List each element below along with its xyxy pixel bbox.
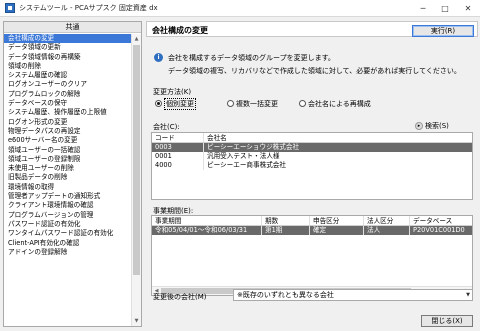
menu-item[interactable]: 領域ユーザーの登録制限 (4, 155, 132, 164)
cell-code: 4000 (152, 161, 204, 170)
menu-item[interactable]: 領域ユーザーの一括確認 (4, 146, 132, 155)
panel-header: 会社構成の変更 実行(R) (146, 21, 478, 37)
company-grid[interactable]: コード 会社名 0003 ピーシーエーショウジ株式会社 0001 汎用受入テスト… (151, 132, 473, 200)
menu-item[interactable]: データ領域の更新 (4, 43, 132, 52)
close-button[interactable]: 閉じる(X) (421, 315, 473, 327)
cell-filing: 確定 (310, 226, 364, 235)
table-row[interactable]: 4000 ピーシーエー商事株式会社 (152, 161, 472, 170)
menu-scrollbar[interactable]: ▲ ▼ (131, 34, 141, 326)
menu-item[interactable]: プログラムロックの解除 (4, 90, 132, 99)
cell-name: 汎用受入テスト・法人様 (207, 152, 280, 160)
cell-code: 0001 (152, 152, 204, 161)
company-label: 会社(C): (153, 123, 180, 131)
scroll-up-icon[interactable]: ▲ (132, 34, 141, 44)
search-label: 検索(S) (425, 122, 449, 130)
menu-item[interactable]: 管理者アップデートの通知形式 (4, 192, 132, 201)
menu-item[interactable]: Client-API有効化の確認 (4, 239, 132, 248)
scroll-thumb[interactable] (133, 45, 140, 275)
info-icon: i (154, 53, 163, 62)
close-window-button[interactable]: ✕ (456, 0, 480, 17)
menu-item[interactable]: 未使用ユーザーの削除 (4, 164, 132, 173)
info-text-secondary: データ領域の複写、リカバリなどで作成した領域に対して、必要があれば実行してくださ… (168, 67, 461, 75)
menu-item[interactable]: ログオンユーザーのクリア (4, 80, 132, 89)
menu-item[interactable]: ログオン形式の変更 (4, 118, 132, 127)
menu-item[interactable]: 領域の削除 (4, 62, 132, 71)
app-icon (5, 3, 15, 13)
menu-item[interactable]: ワンタイムパスワード認証の有効化 (4, 229, 132, 238)
cell-code: 0003 (152, 143, 204, 152)
radio-by-name[interactable]: 会社名による再構成 (299, 98, 371, 109)
change-method-label: 変更方法(K) (153, 88, 192, 96)
radio-unchecked-icon (227, 100, 234, 107)
column-header[interactable]: 会社名 (204, 133, 472, 142)
table-row[interactable]: 0001 汎用受入テスト・法人様 (152, 152, 472, 161)
page-title: 会社構成の変更 (152, 26, 208, 35)
minimize-button[interactable]: ─ (412, 0, 434, 17)
cell-database: P20V01C001D0 (413, 226, 465, 234)
menu-item[interactable]: システム履歴、操作履歴の上限値 (4, 108, 132, 117)
column-header[interactable]: コード (152, 133, 204, 142)
maximize-button[interactable]: □ (434, 0, 456, 17)
execute-button[interactable]: 実行(R) (412, 25, 474, 37)
menu-item[interactable]: クライアント環境情報の確認 (4, 201, 132, 210)
menu-item[interactable]: e600サーバー名の変更 (4, 136, 132, 145)
search-icon: ▸ (415, 122, 423, 130)
after-change-label: 変更後の会社(M) (153, 293, 207, 301)
cell-corp: 法人 (364, 226, 410, 235)
function-list-header: 共通 (4, 22, 141, 33)
column-header[interactable]: 申告区分 (310, 216, 364, 225)
menu-item[interactable]: システム履歴の確認 (4, 71, 132, 80)
menu-item[interactable]: プログラムバージョンの管理 (4, 211, 132, 220)
search-button[interactable]: ▸ 検索(S) (415, 121, 449, 131)
title-bar: システムツール - PCAサプスク 固定資産 dx ─ □ ✕ (0, 0, 480, 17)
radio-label: 複数一括変更 (236, 99, 278, 108)
radio-bulk[interactable]: 複数一括変更 (227, 98, 278, 109)
menu-item[interactable]: データ領域情報の再構築 (4, 53, 132, 62)
menu-item[interactable]: パスワード認証の有効化 (4, 220, 132, 229)
menu-item[interactable]: 環境情報の取得 (4, 183, 132, 192)
cell-term: 第1期 (262, 226, 310, 235)
cell-name: ピーシーエーショウジ株式会社 (207, 143, 300, 151)
menu-item[interactable]: 旧製品データの削除 (4, 173, 132, 182)
menu-item[interactable]: 会社構成の変更 (4, 34, 132, 44)
radio-individual[interactable]: 個別変更 (155, 97, 196, 110)
window-title: システムツール - PCAサプスク 固定資産 dx (19, 4, 158, 12)
column-header[interactable]: データベース (410, 216, 472, 225)
menu-item[interactable]: 物理データパスの再設定 (4, 127, 132, 136)
info-text-primary: 会社を構成するデータ領域のグループを変更します。 (168, 54, 335, 62)
menu-item[interactable]: アドインの登録解除 (4, 248, 132, 257)
main-panel: 会社構成の変更 実行(R) i 会社を構成するデータ領域のグループを変更します。… (146, 21, 478, 327)
period-grid[interactable]: 事業期間 期数 申告区分 法人区分 データベース 令和05/04/01～令和06… (151, 215, 473, 296)
cell-period: 令和05/04/01～令和06/03/31 (152, 226, 262, 235)
after-change-select[interactable]: ※既存のいずれとも異なる会社 ▼ (233, 289, 473, 301)
radio-checked-icon (155, 100, 162, 107)
scroll-down-icon[interactable]: ▼ (132, 316, 141, 326)
window-controls: ─ □ ✕ (412, 0, 480, 17)
radio-label: 会社名による再構成 (308, 99, 371, 108)
table-row[interactable]: 令和05/04/01～令和06/03/31 第1期 確定 法人 P20V01C0… (152, 226, 472, 235)
radio-label: 個別変更 (164, 97, 196, 110)
column-header[interactable]: 事業期間 (152, 216, 262, 225)
column-header[interactable]: 法人区分 (364, 216, 410, 225)
menu-item[interactable]: データベースの保守 (4, 99, 132, 108)
cell-name: ピーシーエー商事株式会社 (207, 161, 286, 169)
table-row[interactable]: 0003 ピーシーエーショウジ株式会社 (152, 143, 472, 152)
radio-unchecked-icon (299, 100, 306, 107)
chevron-down-icon: ▼ (466, 292, 470, 298)
grid-header-row: コード 会社名 (152, 133, 472, 143)
grid-header-row: 事業期間 期数 申告区分 法人区分 データベース (152, 216, 472, 226)
select-value: ※既存のいずれとも異なる会社 (237, 291, 334, 299)
column-header[interactable]: 期数 (262, 216, 310, 225)
function-menu: 会社構成の変更 データ領域の更新 データ領域情報の再構築 領域の削除 システム履… (4, 34, 132, 326)
function-list-panel: 共通 会社構成の変更 データ領域の更新 データ領域情報の再構築 領域の削除 シス… (3, 21, 142, 327)
